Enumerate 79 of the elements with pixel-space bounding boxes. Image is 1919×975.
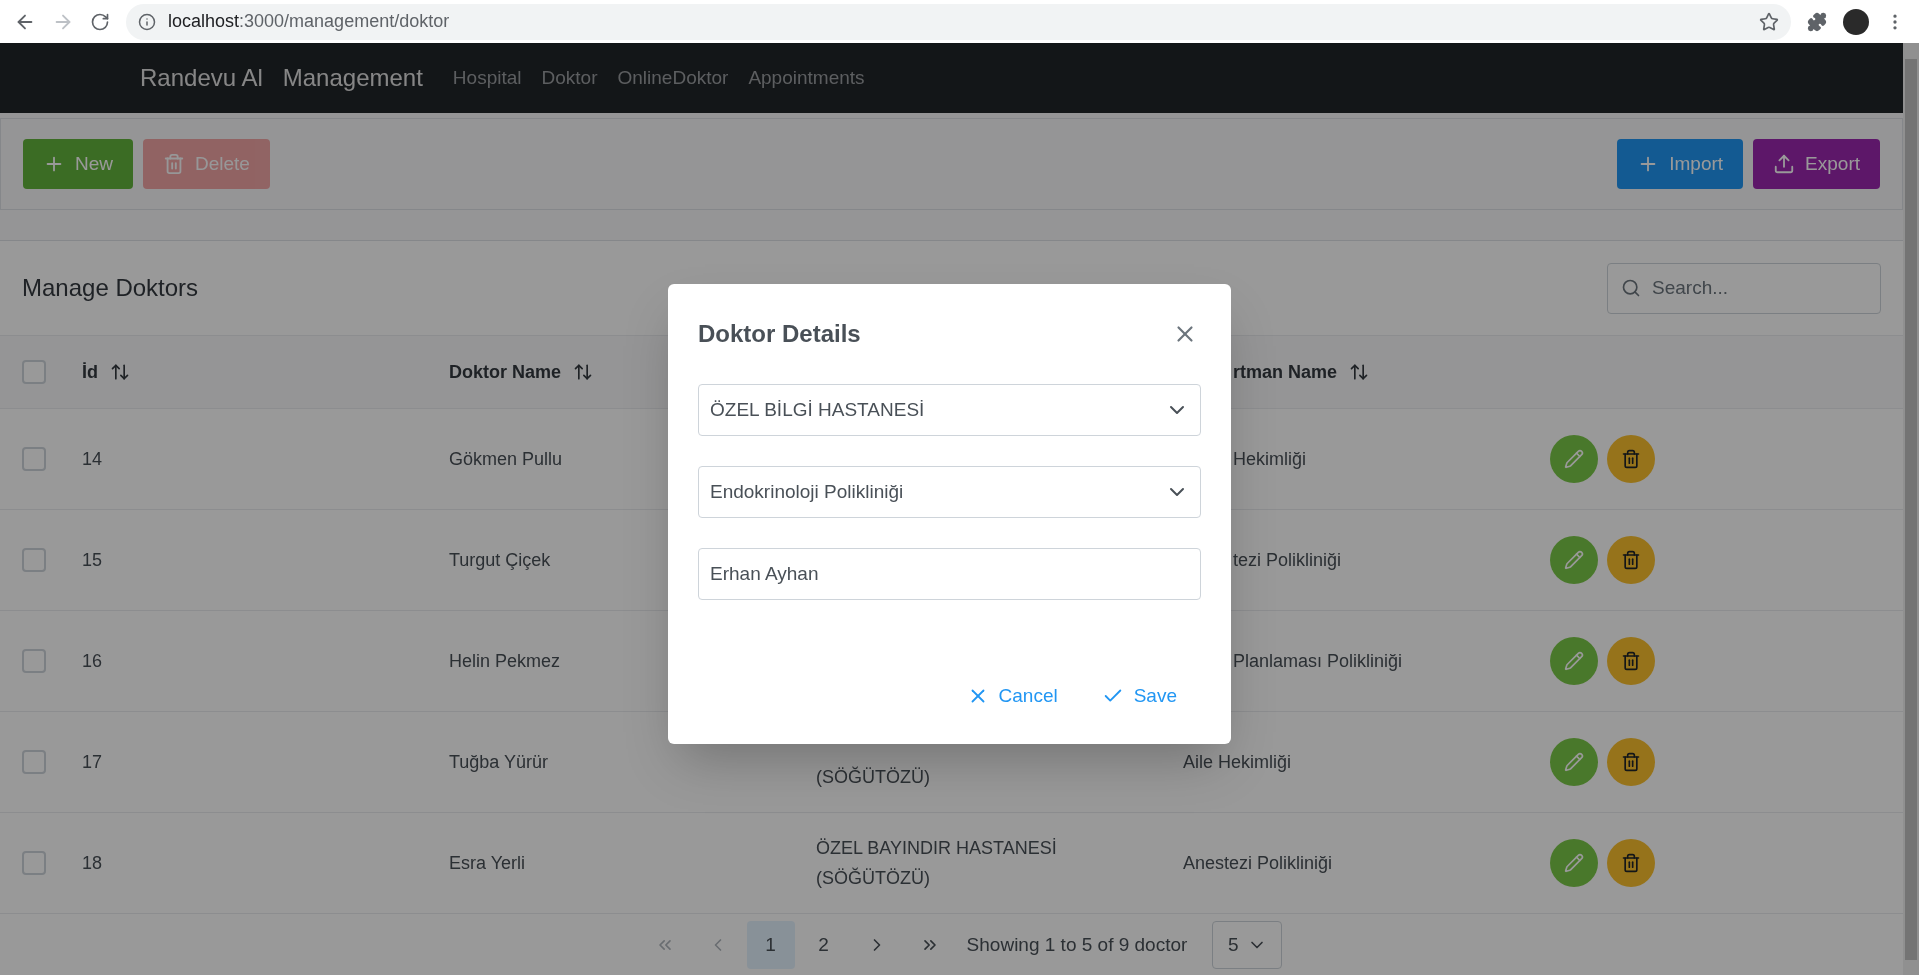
page-button[interactable]: 1	[746, 921, 795, 969]
puzzle-icon[interactable]	[1807, 11, 1827, 32]
page-button[interactable]: 2	[799, 921, 848, 969]
edit-button[interactable]	[1550, 435, 1598, 483]
trash-icon	[1621, 550, 1641, 570]
table-cell: 14	[82, 448, 103, 469]
sort-icon[interactable]	[573, 362, 594, 382]
table-cell: Helin Pekmez	[449, 650, 561, 671]
sort-icon[interactable]	[110, 362, 130, 382]
reload-icon[interactable]	[90, 11, 110, 32]
dialog-title: Doktor Details	[698, 319, 861, 349]
pencil-icon	[1564, 752, 1584, 772]
table-title: Manage Doktors	[22, 273, 199, 303]
table-cell: Hekimliği	[1233, 448, 1306, 469]
delete-button[interactable]	[1607, 839, 1655, 887]
checkbox[interactable]	[22, 750, 46, 774]
avatar[interactable]	[1843, 8, 1869, 35]
dropdown[interactable]: ÖZEL BİLGİ HASTANESİ	[698, 384, 1201, 436]
table-cell: 17	[82, 751, 103, 772]
delete-button[interactable]	[1607, 738, 1655, 786]
app-title[interactable]: Management	[282, 60, 423, 96]
import-button[interactable]: Import	[1617, 139, 1744, 189]
cancel-button[interactable]: Cancel	[954, 674, 1070, 718]
column-header[interactable]: Doktor Name	[449, 358, 562, 386]
pencil-icon	[1564, 449, 1584, 469]
checkbox[interactable]	[22, 360, 46, 384]
trash-icon	[1621, 651, 1641, 671]
page-report: Showing 1 to 5 of 9 doctor	[966, 932, 1188, 957]
table-cell: Planlaması Polikliniği	[1233, 650, 1403, 671]
table-cell: 18	[82, 852, 103, 873]
dropdown[interactable]: Endokrinoloji Polikliniği	[698, 466, 1201, 518]
trash-icon	[1621, 449, 1641, 469]
delete-button[interactable]	[1607, 435, 1655, 483]
checkbox[interactable]	[22, 447, 46, 471]
trash-icon	[1621, 752, 1641, 772]
nav-link[interactable]: Doktor	[541, 63, 598, 93]
table-cell: Tuğba Yürür	[449, 751, 549, 772]
pencil-icon	[1564, 651, 1584, 671]
trash-icon	[1621, 853, 1641, 873]
nav-link[interactable]: OnlineDoktor	[617, 63, 729, 93]
table-cell: 16	[82, 650, 103, 671]
rows-per-page-dropdown[interactable]: 5	[1212, 921, 1283, 969]
table-cell: Esra Yerli	[449, 852, 526, 873]
table-cell: Turgut Çiçek	[449, 549, 551, 570]
delete-button[interactable]	[1607, 637, 1655, 685]
table-cell: tezi Polikliniği	[1233, 549, 1342, 570]
edit-button[interactable]	[1550, 839, 1598, 887]
search-field[interactable]: Search...	[1607, 262, 1881, 314]
column-header[interactable]: rtman Name	[1233, 358, 1338, 386]
edit-button[interactable]	[1550, 637, 1598, 685]
pencil-icon	[1564, 550, 1584, 570]
brand[interactable]: Randevu Al	[140, 60, 263, 96]
table-cell: Aile Hekimliği	[1183, 751, 1292, 772]
checkbox[interactable]	[22, 649, 46, 673]
address-bar[interactable]: localhost:3000/management/doktor	[126, 3, 1791, 40]
edit-button[interactable]	[1550, 536, 1598, 584]
column-header[interactable]: İd	[82, 358, 98, 386]
delete-button[interactable]	[1607, 536, 1655, 584]
table-cell: ÖZEL BAYINDIR HASTANESİ (SÖĞÜTÖZÜ)	[816, 838, 1057, 888]
export-button[interactable]: Export	[1753, 139, 1880, 189]
nav-link[interactable]: Appointments	[748, 63, 865, 93]
table-cell: Gökmen Pullu	[449, 448, 563, 469]
checkbox[interactable]	[22, 548, 46, 572]
save-button[interactable]: Save	[1089, 674, 1189, 718]
nav-link[interactable]: Hospital	[452, 63, 522, 93]
table-cell: (SÖĞÜTÖZÜ)	[816, 767, 930, 787]
input-field[interactable]: Erhan Ayhan	[698, 548, 1201, 600]
scrollbar[interactable]	[1903, 43, 1919, 975]
pencil-icon	[1564, 853, 1584, 873]
checkbox[interactable]	[22, 851, 46, 875]
sort-icon[interactable]	[1349, 362, 1370, 382]
upload-icon	[1773, 153, 1796, 175]
table-cell: Anestezi Polikliniği	[1183, 852, 1333, 873]
info-icon[interactable]	[138, 12, 156, 31]
table-cell: 15	[82, 549, 103, 570]
star-icon[interactable]	[1759, 11, 1779, 32]
edit-button[interactable]	[1550, 738, 1598, 786]
url-text: localhost:3000/management/doktor	[168, 10, 450, 33]
search-icon	[1621, 277, 1641, 298]
